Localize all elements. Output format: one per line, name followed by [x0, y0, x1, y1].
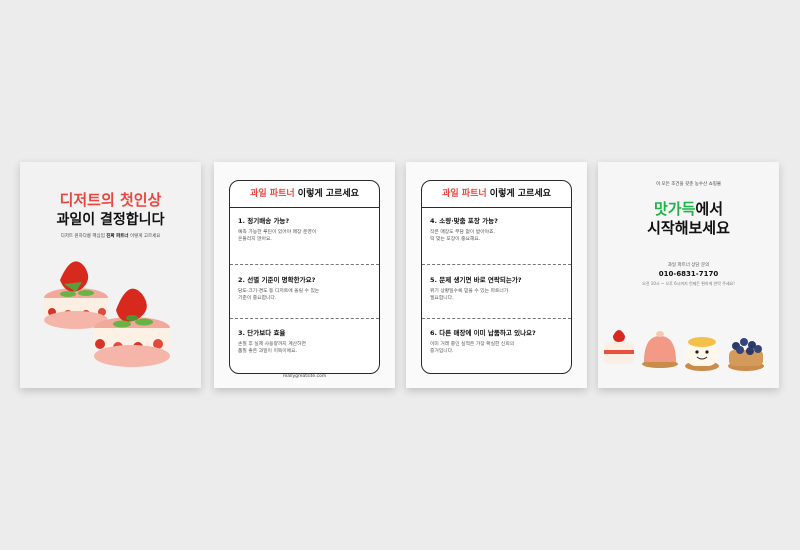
item-desc: 당도·크기·경도 등 디저트에 올릴 수 있는기준이 중요합니다.	[238, 288, 372, 302]
checklist-item: 6. 다른 매장에 이미 납품하고 있나요? 이미 거래 중인 실적은 가장 확…	[430, 327, 564, 355]
item-desc-line: 위기 상황일수록 믿을 수 있는 파트너가	[430, 289, 509, 294]
item-desc-line: 당도·크기·경도 등 디저트에 올릴 수 있는	[238, 289, 320, 294]
item-desc: 위기 상황일수록 믿을 수 있는 파트너가필요합니다.	[430, 288, 564, 302]
checklist-item: 5. 문제 생기면 바로 연락되는가? 위기 상황일수록 믿을 수 있는 파트너…	[430, 274, 564, 302]
cover-heading: 디저트의 첫인상 과일이 결정합니다 디저트 원하다릉 핵심임 진짜 파트너 이…	[20, 190, 201, 239]
item-desc-line: 흔들리지 않아요.	[238, 237, 272, 242]
brand-name: 맛가득	[653, 200, 696, 218]
tarts-photo	[604, 330, 764, 371]
item-desc: 예측 가능한 루틴이 있어야 매장 운영이흔들리지 않아요.	[238, 229, 372, 243]
item-title: 5. 문제 생기면 바로 연락되는가?	[430, 276, 522, 284]
dashed-divider	[422, 264, 571, 265]
checklist-title-rest: 이렇게 고르세요	[486, 189, 551, 199]
checklist-card-1: 과일 파트너 이렇게 고르세요 1. 정기배송 가능? 예측 가능한 루틴이 있…	[214, 162, 395, 388]
checklist-item: 4. 소량·맞춤 포장 가능? 작은 매장도 부담 없이 받아야죠. 딱 맞는 포…	[430, 215, 564, 243]
dashed-divider	[230, 318, 379, 319]
macaron-photo	[44, 261, 170, 367]
item-desc: 작은 매장도 부담 없이 받아야죠. 딱 맞는 포장이 중요해요.	[430, 229, 564, 243]
cover-subtitle-prefix: 디저트 원하다릉 핵심임	[60, 234, 107, 239]
checklist-panel: 과일 파트너 이렇게 고르세요 4. 소량·맞춤 포장 가능? 작은 매장도 부…	[421, 180, 572, 374]
cover-title-line2: 과일이 결정합니다	[56, 212, 165, 228]
item-title: 6. 다른 매장에 이미 납품하고 있나요?	[430, 329, 536, 337]
business-hours: 오전 10시 ~ 오후 6시까지 언제든 편하게 연락 주세요!	[642, 281, 735, 286]
item-desc-line: 예측 가능한 루틴이 있어야 매장 운영이	[238, 230, 317, 235]
dashed-divider	[422, 318, 571, 319]
item-desc-line: 이미 거래 중인 실적은 가장 확실한 신뢰의	[430, 342, 515, 347]
cover-subtitle-suffix: 이렇게 고르세요	[128, 234, 161, 239]
item-title: 3. 단가보다 효율	[238, 329, 286, 337]
brand-suffix: 에서	[695, 200, 723, 218]
checklist-title-accent: 과일 파트너	[442, 189, 487, 199]
checklist-title: 과일 파트너 이렇게 고르세요	[422, 181, 571, 208]
brand-heading: 맛가득에서 시작해보세요	[598, 200, 779, 238]
checklist-title-accent: 과일 파트너	[250, 189, 295, 199]
cover-subtitle-bold: 진짜 파트너	[106, 234, 129, 239]
contact-tagline: 이 모든 조건을 갖춘 농수산 쇼핑몰	[655, 182, 722, 187]
item-desc-line: 딱 맞는 포장이 중요해요.	[430, 237, 481, 242]
item-desc-line: 품질 좋은 과일이 이득이에요.	[238, 349, 298, 354]
checklist-item: 3. 단가보다 효율 손질 후 실제 사용량까지 계산하면품질 좋은 과일이 이…	[238, 327, 372, 355]
checklist-panel: 과일 파트너 이렇게 고르세요 1. 정기배송 가능? 예측 가능한 루틴이 있…	[229, 180, 380, 374]
contact-card: 이 모든 조건을 갖춘 농수산 쇼핑몰 맛가득에서 시작해보세요 과일 파트너 …	[598, 162, 779, 388]
cover-title-line1: 디저트의 첫인상	[59, 191, 162, 209]
item-desc-line: 증거입니다.	[430, 349, 454, 354]
item-desc-line: 작은 매장도 부담 없이 받아야죠.	[430, 230, 495, 235]
item-desc: 이미 거래 중인 실적은 가장 확실한 신뢰의증거입니다.	[430, 341, 564, 355]
cover-subtitle: 디저트 원하다릉 핵심임 진짜 파트너 이렇게 고르세요	[20, 233, 201, 239]
item-title: 4. 소량·맞춤 포장 가능?	[430, 217, 498, 225]
phone-number[interactable]: 010-6831-7170	[598, 270, 779, 278]
cover-card: 디저트의 첫인상 과일이 결정합니다 디저트 원하다릉 핵심임 진짜 파트너 이…	[20, 162, 201, 388]
checklist-item: 2. 선별 기준이 명확한가요? 당도·크기·경도 등 디저트에 올릴 수 있는…	[238, 274, 372, 302]
dashed-divider	[230, 264, 379, 265]
checklist-item: 1. 정기배송 가능? 예측 가능한 루틴이 있어야 매장 운영이흔들리지 않아…	[238, 215, 372, 243]
item-title: 1. 정기배송 가능?	[238, 217, 290, 225]
checklist-title-rest: 이렇게 고르세요	[294, 189, 359, 199]
item-desc-line: 필요합니다.	[430, 296, 454, 301]
checklist-title: 과일 파트너 이렇게 고르세요	[230, 181, 379, 208]
item-desc: 손질 후 실제 사용량까지 계산하면품질 좋은 과일이 이득이에요.	[238, 341, 372, 355]
consult-label: 과일 파트너 상담 문의	[667, 263, 710, 268]
checklist-card-2: 과일 파트너 이렇게 고르세요 4. 소량·맞춤 포장 가능? 작은 매장도 부…	[406, 162, 587, 388]
item-desc-line: 손질 후 실제 사용량까지 계산하면	[238, 342, 306, 347]
item-desc-line: 기준이 중요합니다.	[238, 296, 277, 301]
item-title: 2. 선별 기준이 명확한가요?	[238, 276, 316, 284]
website-url[interactable]: reallygreatsite.com	[214, 374, 395, 379]
brand-line2: 시작해보세요	[647, 219, 730, 237]
